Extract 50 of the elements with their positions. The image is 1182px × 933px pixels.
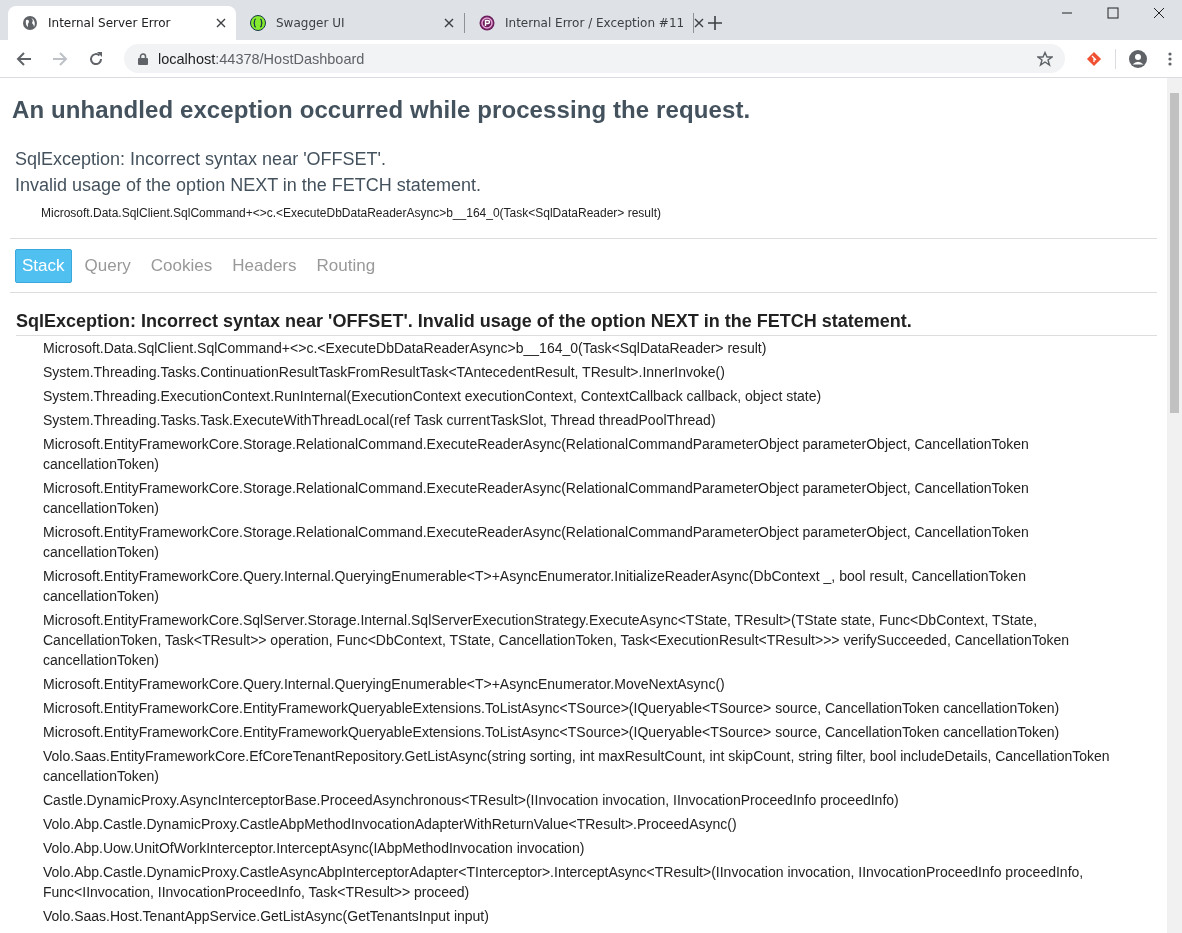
error-message: Invalid usage of the option NEXT in the FETCH statement.: [15, 174, 482, 197]
stack-frame: Volo.Abp.Castle.DynamicProxy.CastleAsyncAbpInterceptorAdapter<TInterceptor>.InterceptAsync<TResult>(IInvocation invocation, IInvocationProceedInfo proceedInfo, Func<IInvocation, IInvocationProceedInfo, Task<TResult>> proceed): [43, 860, 1127, 904]
error-location: Microsoft.Data.SqlClient.SqlCommand+<>c.<ExecuteDbDataReaderAsync>b__164_0(Task<SqlDataReader> result): [41, 206, 662, 220]
stack-frame: System.Threading.Tasks.ContinuationResultTaskFromResultTask<TAntecedentResult, TResult>.InnerInvoke(): [43, 360, 1127, 384]
error-message: SqlException: Incorrect syntax near 'OFFSET'.: [15, 148, 387, 171]
browser-tab[interactable]: Internal Server Error: [8, 6, 236, 40]
stack-frame: Volo.Abp.Uow.UnitOfWorkInterceptor.InterceptAsync(IAbpMethodInvocation invocation): [43, 836, 1127, 860]
address-bar[interactable]: localhost:44378/HostDashboard: [124, 44, 1065, 73]
maximize-icon[interactable]: [1107, 7, 1119, 19]
page-tab[interactable]: Query: [77, 249, 138, 283]
stack-frame: Microsoft.EntityFrameworkCore.Storage.RelationalCommand.ExecuteReaderAsync(RelationalCommandParameterObject parameterObject, CancellationToken cancellationToken): [43, 432, 1127, 476]
star-icon[interactable]: [1037, 50, 1053, 67]
scrollbar[interactable]: [1167, 78, 1182, 933]
close-icon[interactable]: [694, 18, 705, 28]
profile-icon[interactable]: [1128, 48, 1148, 69]
page-tab[interactable]: Routing: [309, 249, 383, 283]
browser-tab[interactable]: Internal Error / Exception #11: [465, 6, 693, 40]
stack-frame: Volo.Abp.Castle.DynamicProxy.CastleAbpMethodInvocationAdapterWithReturnValue<TResult>.ProceedAsync(): [43, 812, 1127, 836]
stack-frame: Microsoft.EntityFrameworkCore.Storage.RelationalCommand.ExecuteReaderAsync(RelationalCommandParameterObject parameterObject, CancellationToken cancellationToken): [43, 476, 1127, 520]
stack-frame: Microsoft.EntityFrameworkCore.EntityFrameworkQueryableExtensions.ToListAsync<TSource>(IQueryable<TSource> source, CancellationToken cancellationToken): [43, 696, 1127, 720]
reload-icon[interactable]: [88, 50, 104, 67]
back-icon[interactable]: [16, 50, 32, 67]
close-icon[interactable]: [216, 18, 226, 28]
page-tab[interactable]: Stack: [15, 249, 72, 283]
tab-title: Internal Server Error: [48, 16, 172, 30]
lock-icon: [138, 52, 148, 65]
stack-frame: Microsoft.EntityFrameworkCore.SqlServer.Storage.Internal.SqlServerExecutionStrategy.ExecuteAsync<TState, TResult>(TState state, Func<DbContext, TState, CancellationToken, Task<TResult>> operation, Func<DbContext, TState, CancellationToken, Task<ExecutionResult<TResult>>> verifySucceeded, CancellationToken cancellationToken): [43, 608, 1127, 672]
exception-title: SqlException: Incorrect syntax near 'OFFSET'. Invalid usage of the option NEXT in the FETCH statement.: [16, 311, 1157, 336]
new-tab-icon[interactable]: [708, 16, 722, 30]
tab-title: Swagger UI: [276, 16, 346, 30]
page-heading: An unhandled exception occurred while processing the request.: [12, 96, 752, 124]
stack-frame: Volo.Saas.Host.TenantAppService.GetListAsync(GetTenantsInput input): [43, 904, 1127, 928]
menu-icon[interactable]: [1168, 51, 1172, 66]
stack-frame: Microsoft.EntityFrameworkCore.Query.Internal.QueryingEnumerable<T>+AsyncEnumerator.MoveNextAsync(): [43, 672, 1127, 696]
url-text: localhost:44378/HostDashboard: [158, 50, 365, 67]
page-tab[interactable]: Cookies: [143, 249, 220, 283]
close-icon[interactable]: [444, 18, 454, 28]
browser-tab[interactable]: Swagger UI: [236, 6, 464, 40]
braces-icon: [250, 15, 266, 31]
close-icon[interactable]: [1153, 7, 1165, 19]
stack-frame: System.Threading.ExecutionContext.RunInternal(ExecutionContext executionContext, ContextCallback callback, object state): [43, 384, 1127, 408]
stack-frame: System.Threading.Tasks.Task.ExecuteWithThreadLocal(ref Task currentTaskSlot, Thread threadPoolThread): [43, 408, 1127, 432]
stack-frame: Microsoft.Data.SqlClient.SqlCommand+<>c.<ExecuteDbDataReaderAsync>b__164_0(Task<SqlDataReader> result): [43, 336, 1127, 360]
stack-frame: Microsoft.EntityFrameworkCore.Query.Internal.QueryingEnumerable<T>+AsyncEnumerator.InitializeReaderAsync(DbContext _, bool result, CancellationToken cancellationToken): [43, 564, 1127, 608]
stack-frame: Castle.DynamicProxy.AsyncInterceptorBase.ProceedAsynchronous<TResult>(IInvocation invocation, IInvocationProceedInfo proceedInfo): [43, 788, 1127, 812]
stack-frame: Volo.Saas.EntityFrameworkCore.EfCoreTenantRepository.GetListAsync(string sorting, int maxResultCount, int skipCount, string filter, bool includeDetails, CancellationToken cancellationToken): [43, 744, 1127, 788]
stack-frame: Microsoft.EntityFrameworkCore.EntityFrameworkQueryableExtensions.ToListAsync<TSource>(IQueryable<TSource> source, CancellationToken cancellationToken): [43, 720, 1127, 744]
stack-frame: Microsoft.EntityFrameworkCore.Storage.RelationalCommand.ExecuteReaderAsync(RelationalCommandParameterObject parameterObject, CancellationToken cancellationToken): [43, 520, 1127, 564]
tab-title: Internal Error / Exception #11: [505, 16, 685, 30]
page-tab[interactable]: Headers: [225, 249, 304, 283]
